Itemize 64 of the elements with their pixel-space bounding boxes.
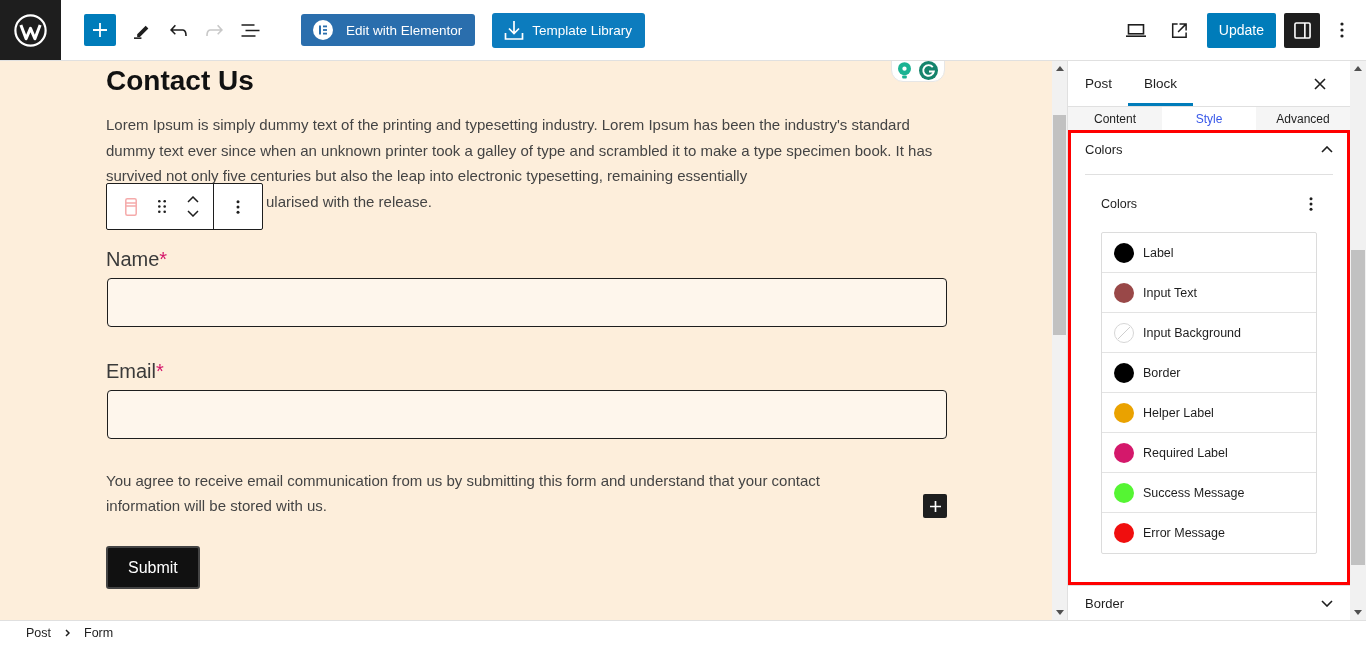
redo-icon xyxy=(205,24,223,36)
scrollbar-thumb[interactable] xyxy=(1351,250,1365,565)
scroll-up-icon[interactable] xyxy=(1354,66,1362,71)
text-input-field[interactable] xyxy=(107,390,947,439)
style-tab[interactable]: Advanced xyxy=(1256,107,1350,130)
field-label: Name* xyxy=(106,247,168,271)
update-button[interactable]: Update xyxy=(1206,12,1276,48)
external-link-icon xyxy=(1171,21,1189,39)
breadcrumb-link[interactable]: Form xyxy=(84,626,114,640)
panel-title: Colors xyxy=(1085,141,1123,157)
chevron-down-icon xyxy=(187,210,199,217)
laptop-icon xyxy=(1125,23,1146,37)
color-option[interactable]: Border xyxy=(1102,353,1316,393)
form-heading: Contact Us xyxy=(106,65,254,97)
scroll-down-icon[interactable] xyxy=(1055,610,1064,615)
close-icon xyxy=(1314,77,1326,90)
template-library-button[interactable]: Template Library xyxy=(492,12,646,48)
logo-button[interactable] xyxy=(0,0,61,60)
chevron-up-icon xyxy=(187,196,199,203)
kebab-menu-icon xyxy=(1340,22,1344,38)
plus-icon xyxy=(929,500,941,512)
color-option[interactable]: Required Label xyxy=(1102,433,1316,473)
color-option[interactable]: Input Background xyxy=(1102,313,1316,353)
scrollbar[interactable] xyxy=(1350,61,1366,620)
chevron-right-icon xyxy=(65,629,70,637)
list-icon xyxy=(240,23,260,37)
group-title: Colors xyxy=(1101,196,1138,211)
move-down-button[interactable] xyxy=(185,207,201,220)
consent-text: You agree to receive email communication from us by submitting this form and understand that your contact information will be stored with us. xyxy=(106,471,821,516)
sidebar-tab[interactable]: Post xyxy=(1085,61,1128,106)
color-option[interactable]: Helper Label xyxy=(1102,393,1316,433)
add-block-button[interactable] xyxy=(923,494,947,518)
empty-swatch-icon xyxy=(1114,322,1134,343)
edit-with-elementor-button[interactable]: Edit with Elementor xyxy=(301,14,476,46)
logo-icon xyxy=(14,13,47,47)
kebab-menu-icon xyxy=(236,199,240,214)
drag-handle-icon xyxy=(158,200,166,213)
circle-bars-icon xyxy=(313,20,333,40)
text-input-field[interactable] xyxy=(107,278,947,327)
panel-toggle[interactable]: Border xyxy=(1068,586,1350,620)
panel-toggle[interactable]: Colors xyxy=(1071,133,1347,164)
color-option[interactable]: Error Message xyxy=(1102,513,1316,553)
submit-button[interactable]: Submit xyxy=(106,546,200,589)
scrollbar-thumb[interactable] xyxy=(1053,115,1066,335)
paragraph-text: ularised with the release. xyxy=(266,191,432,212)
color-option[interactable]: Success Message xyxy=(1102,473,1316,513)
download-icon xyxy=(504,20,525,40)
color-option[interactable]: Label xyxy=(1102,233,1316,273)
kebab-menu-icon xyxy=(1309,196,1313,211)
plus-icon xyxy=(93,23,107,37)
undo-icon xyxy=(169,24,187,36)
form-block-icon xyxy=(125,197,137,216)
arc-circle-icon[interactable] xyxy=(919,61,938,80)
panel-title: Border xyxy=(1085,595,1125,611)
scroll-down-icon[interactable] xyxy=(1354,610,1362,615)
field-label: Email* xyxy=(106,359,164,383)
scroll-up-icon[interactable] xyxy=(1055,66,1064,71)
settings-toggle-button[interactable] xyxy=(1284,12,1320,48)
lightbulb-icon[interactable] xyxy=(898,62,911,79)
sidebar-panel-icon xyxy=(1293,21,1311,39)
color-option[interactable]: Input Text xyxy=(1102,273,1316,313)
breadcrumb-link[interactable]: Post xyxy=(26,626,51,640)
scrollbar[interactable] xyxy=(1052,61,1067,620)
style-tab[interactable]: Content xyxy=(1068,107,1162,130)
